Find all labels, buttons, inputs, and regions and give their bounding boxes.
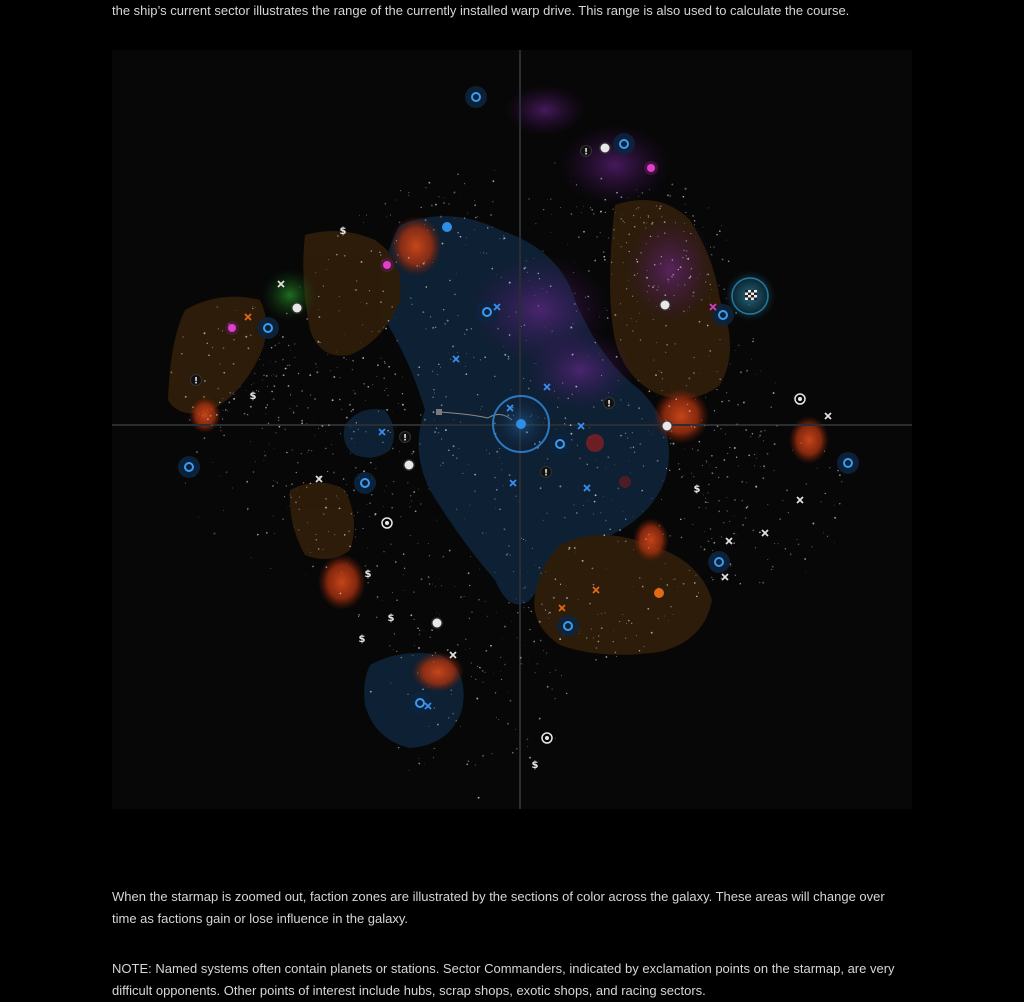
scrap-shop-dollar-icon[interactable]: $	[532, 760, 539, 771]
station-glow	[837, 452, 859, 474]
scrap-shop-dollar-icon[interactable]: $	[340, 226, 347, 237]
station-glow	[708, 551, 730, 573]
station-glow	[549, 433, 571, 455]
checkered-flag-icon[interactable]	[745, 290, 757, 300]
magenta-planet-icon[interactable]	[383, 261, 391, 269]
station-glow	[257, 317, 279, 339]
note-paragraph: NOTE: Named systems often contain planet…	[112, 961, 895, 998]
hub-center-dot	[798, 397, 802, 401]
orange-planet-marker[interactable]	[654, 588, 664, 598]
hub-center-dot	[385, 521, 389, 525]
station-glow	[409, 692, 431, 714]
white-planet-icon[interactable]	[662, 421, 672, 431]
white-planet-icon[interactable]	[600, 143, 610, 153]
red-system-marker[interactable]	[619, 476, 631, 488]
course-start-marker	[436, 409, 442, 415]
starmap-canvas[interactable]: !!!!! $ $ $ $ $ $ $	[112, 50, 912, 809]
white-planet-icon[interactable]	[660, 300, 670, 310]
scrap-shop-dollar-icon[interactable]: $	[694, 484, 701, 495]
scrap-shop-dollar-icon[interactable]: $	[250, 391, 257, 402]
scrap-shop-dollar-icon[interactable]: $	[359, 634, 366, 645]
commander-exclamation-icon[interactable]: !	[584, 148, 588, 158]
magenta-planet-icon[interactable]	[647, 164, 655, 172]
station-glow	[178, 456, 200, 478]
scrap-shop-dollar-icon[interactable]: $	[365, 569, 372, 580]
commander-exclamation-icon[interactable]: !	[194, 377, 198, 387]
intro-paragraph: the ship’s current sector illustrates th…	[112, 3, 850, 18]
white-planet-icon[interactable]	[432, 618, 442, 628]
ship-icon[interactable]	[516, 419, 526, 429]
white-planet-icon[interactable]	[292, 303, 302, 313]
hub-center-dot	[545, 736, 549, 740]
station-glow	[557, 615, 579, 637]
starmap[interactable]: !!!!! $ $ $ $ $ $ $	[112, 50, 912, 809]
station-glow	[613, 133, 635, 155]
station-glow	[712, 304, 734, 326]
station-glow	[465, 86, 487, 108]
white-planet-icon[interactable]	[404, 460, 414, 470]
green-nebula	[262, 269, 318, 321]
commander-exclamation-icon[interactable]: !	[403, 434, 407, 444]
faction-zones-paragraph: When the starmap is zoomed out, faction …	[112, 889, 885, 926]
station-glow	[354, 472, 376, 494]
commander-exclamation-icon[interactable]: !	[544, 469, 548, 479]
blue-planet-marker[interactable]	[442, 222, 452, 232]
red-system-marker[interactable]	[586, 434, 604, 452]
scrap-shop-dollar-icon[interactable]: $	[388, 613, 395, 624]
magenta-planet-icon[interactable]	[228, 324, 236, 332]
commander-exclamation-icon[interactable]: !	[607, 400, 611, 410]
